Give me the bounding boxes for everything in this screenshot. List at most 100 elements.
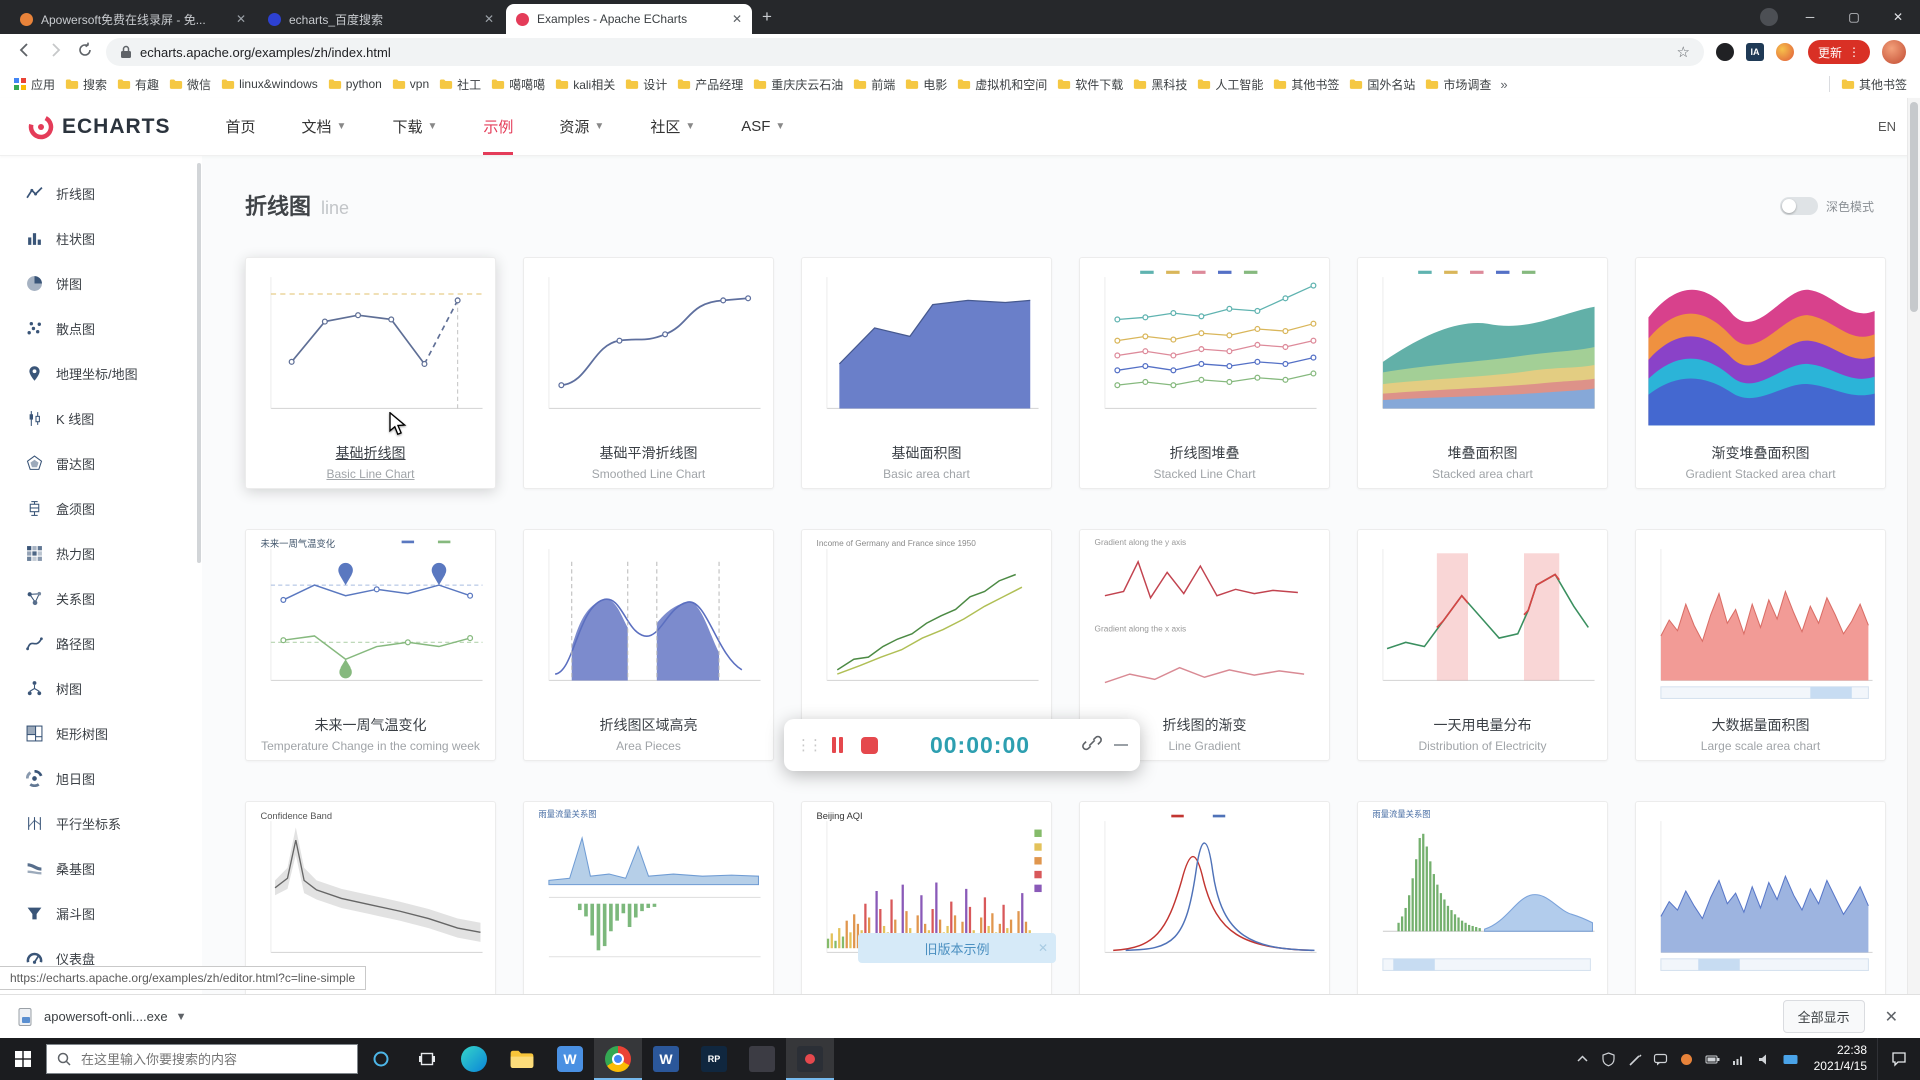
taskbar-app-axure-rp-icon[interactable]: RP bbox=[690, 1038, 738, 1080]
bookmark-item[interactable]: 黑科技 bbox=[1128, 70, 1192, 98]
taskbar-app-word-icon[interactable]: W bbox=[642, 1038, 690, 1080]
extension-icon-1[interactable] bbox=[1716, 43, 1734, 61]
toast-close-icon[interactable]: ✕ bbox=[1038, 941, 1048, 955]
example-card[interactable]: 雨量流量关系图 bbox=[523, 801, 774, 994]
example-thumbnail[interactable]: Income of Germany and France since 1950 bbox=[802, 530, 1051, 708]
tab-close-icon[interactable]: ✕ bbox=[732, 12, 742, 26]
example-card[interactable]: 渐变堆叠面积图Gradient Stacked area chart bbox=[1635, 257, 1886, 489]
bookmark-item[interactable]: 微信 bbox=[164, 70, 216, 98]
bookmark-item[interactable]: 社工 bbox=[434, 70, 486, 98]
browser-tab[interactable]: Examples - Apache ECharts✕ bbox=[506, 4, 752, 34]
bookmark-item[interactable]: 搜索 bbox=[60, 70, 112, 98]
tray-chevron-up-icon[interactable] bbox=[1570, 1038, 1596, 1080]
example-card[interactable]: 折线图堆叠Stacked Line Chart bbox=[1079, 257, 1330, 489]
minimize-recorder-button[interactable] bbox=[1114, 744, 1128, 746]
extension-icon-ia[interactable]: IA bbox=[1746, 43, 1764, 61]
tray-battery-icon[interactable] bbox=[1700, 1038, 1726, 1080]
sidebar-item-柱状图[interactable]: 柱状图 bbox=[0, 216, 202, 261]
example-title[interactable]: 大数据量面积图 bbox=[1636, 715, 1885, 735]
cortana-icon[interactable] bbox=[358, 1038, 404, 1080]
tray-keyboard-icon[interactable] bbox=[1778, 1038, 1804, 1080]
tab-close-icon[interactable]: ✕ bbox=[236, 12, 246, 26]
sidebar-item-饼图[interactable]: 饼图 bbox=[0, 261, 202, 306]
example-subtitle[interactable]: Basic area chart bbox=[802, 467, 1051, 481]
maximize-button[interactable]: ▢ bbox=[1832, 10, 1876, 24]
tray-network-icon[interactable] bbox=[1726, 1038, 1752, 1080]
sidebar-item-旭日图[interactable]: 旭日图 bbox=[0, 756, 202, 801]
dark-mode-toggle[interactable] bbox=[1780, 197, 1818, 215]
nav-item-首页[interactable]: 首页 bbox=[226, 98, 256, 155]
sidebar-item-散点图[interactable]: 散点图 bbox=[0, 306, 202, 351]
sidebar-item-雷达图[interactable]: 雷达图 bbox=[0, 441, 202, 486]
example-title[interactable]: 折线图堆叠 bbox=[1080, 443, 1329, 463]
example-card[interactable]: 基础折线图 Basic Line Chart bbox=[245, 257, 496, 489]
example-card[interactable] bbox=[1635, 801, 1886, 994]
update-button[interactable]: 更新 ⋮ bbox=[1808, 40, 1870, 64]
example-card[interactable]: 一天用电量分布 Distribution of Electricity bbox=[1357, 529, 1608, 761]
example-title[interactable]: 一天用电量分布 bbox=[1358, 715, 1607, 735]
sidebar-item-漏斗图[interactable]: 漏斗图 bbox=[0, 891, 202, 936]
sidebar-item-平行坐标系[interactable]: 平行坐标系 bbox=[0, 801, 202, 846]
reload-icon[interactable] bbox=[70, 42, 100, 63]
bookmark-item[interactable]: 国外名站 bbox=[1344, 70, 1420, 98]
notification-center-icon[interactable] bbox=[1877, 1038, 1920, 1080]
minimize-button[interactable]: ─ bbox=[1788, 10, 1832, 24]
example-title[interactable]: 基础面积图 bbox=[802, 443, 1051, 463]
bookmark-apps[interactable]: 应用 bbox=[8, 70, 60, 98]
example-card[interactable]: 堆叠面积图 Stacked area chart bbox=[1357, 257, 1608, 489]
tab-close-icon[interactable]: ✕ bbox=[484, 12, 494, 26]
tray-tray-app-icon[interactable] bbox=[1674, 1038, 1700, 1080]
close-button[interactable]: ✕ bbox=[1876, 10, 1920, 24]
nav-item-文档[interactable]: 文档▼ bbox=[302, 98, 347, 155]
bookmark-item[interactable]: python bbox=[323, 70, 387, 98]
show-all-downloads-button[interactable]: 全部显示 bbox=[1783, 1000, 1865, 1033]
example-thumbnail[interactable]: 雨量流量关系图 bbox=[524, 802, 773, 980]
example-thumbnail[interactable] bbox=[1636, 802, 1885, 980]
taskbar-app-wps-icon[interactable]: W bbox=[546, 1038, 594, 1080]
browser-profile-circle-icon[interactable] bbox=[1760, 8, 1778, 26]
sidebar-item-树图[interactable]: 树图 bbox=[0, 666, 202, 711]
stop-button[interactable] bbox=[861, 737, 878, 754]
sidebar-item-关系图[interactable]: 关系图 bbox=[0, 576, 202, 621]
example-title[interactable]: 折线图区域高亮 bbox=[524, 715, 773, 735]
browser-tab[interactable]: Apowersoft免费在线录屏 - 免...✕ bbox=[10, 4, 256, 34]
taskbar-app-edge-icon[interactable] bbox=[450, 1038, 498, 1080]
example-thumbnail[interactable] bbox=[1636, 258, 1885, 436]
language-switch[interactable]: EN bbox=[1878, 119, 1896, 134]
taskbar-search-input[interactable] bbox=[79, 1051, 333, 1068]
example-card[interactable] bbox=[1079, 801, 1330, 994]
other-bookmarks[interactable]: 其他书签 bbox=[1836, 76, 1912, 93]
task-view-icon[interactable] bbox=[404, 1038, 450, 1080]
taskbar-app-file-explorer-icon[interactable] bbox=[498, 1038, 546, 1080]
example-card[interactable]: 基础面积图 Basic area chart bbox=[801, 257, 1052, 489]
link-icon[interactable] bbox=[1082, 733, 1102, 758]
example-subtitle[interactable]: Stacked area chart bbox=[1358, 467, 1607, 481]
download-caret-icon[interactable]: ▼ bbox=[176, 1011, 187, 1023]
taskbar-search[interactable] bbox=[46, 1044, 358, 1074]
example-subtitle[interactable]: Basic Line Chart bbox=[246, 467, 495, 481]
taskbar-app-media-player-icon[interactable] bbox=[738, 1038, 786, 1080]
example-thumbnail[interactable] bbox=[524, 258, 773, 436]
bookmark-item[interactable]: 虚拟机和空间 bbox=[952, 70, 1052, 98]
sidebar-item-桑基图[interactable]: 桑基图 bbox=[0, 846, 202, 891]
bookmark-item[interactable]: 设计 bbox=[620, 70, 672, 98]
example-card[interactable]: 未来一周气温变化未来一周气温变化Temperature Change in th… bbox=[245, 529, 496, 761]
new-tab-button[interactable]: + bbox=[762, 7, 772, 27]
bookmark-item[interactable]: 产品经理 bbox=[672, 70, 748, 98]
forward-icon[interactable] bbox=[40, 42, 70, 63]
pause-button[interactable] bbox=[832, 737, 843, 753]
sidebar-item-热力图[interactable]: 热力图 bbox=[0, 531, 202, 576]
bookmark-item[interactable]: 其他书签 bbox=[1268, 70, 1344, 98]
example-card[interactable]: Beijing AQI bbox=[801, 801, 1052, 994]
url-field[interactable]: echarts.apache.org/examples/zh/index.htm… bbox=[106, 38, 1704, 66]
example-subtitle[interactable]: Gradient Stacked area chart bbox=[1636, 467, 1885, 481]
example-card[interactable]: 大数据量面积图Large scale area chart bbox=[1635, 529, 1886, 761]
example-card[interactable]: 折线图区域高亮Area Pieces bbox=[523, 529, 774, 761]
example-subtitle[interactable]: Distribution of Electricity bbox=[1358, 739, 1607, 753]
bookmark-star-icon[interactable]: ☆ bbox=[1677, 43, 1690, 61]
example-title[interactable]: 堆叠面积图 bbox=[1358, 443, 1607, 463]
back-icon[interactable] bbox=[10, 42, 40, 63]
example-title[interactable]: 未来一周气温变化 bbox=[246, 715, 495, 735]
example-title[interactable]: 基础折线图 bbox=[246, 443, 495, 463]
bookmark-item[interactable]: 市场调查 bbox=[1420, 70, 1496, 98]
